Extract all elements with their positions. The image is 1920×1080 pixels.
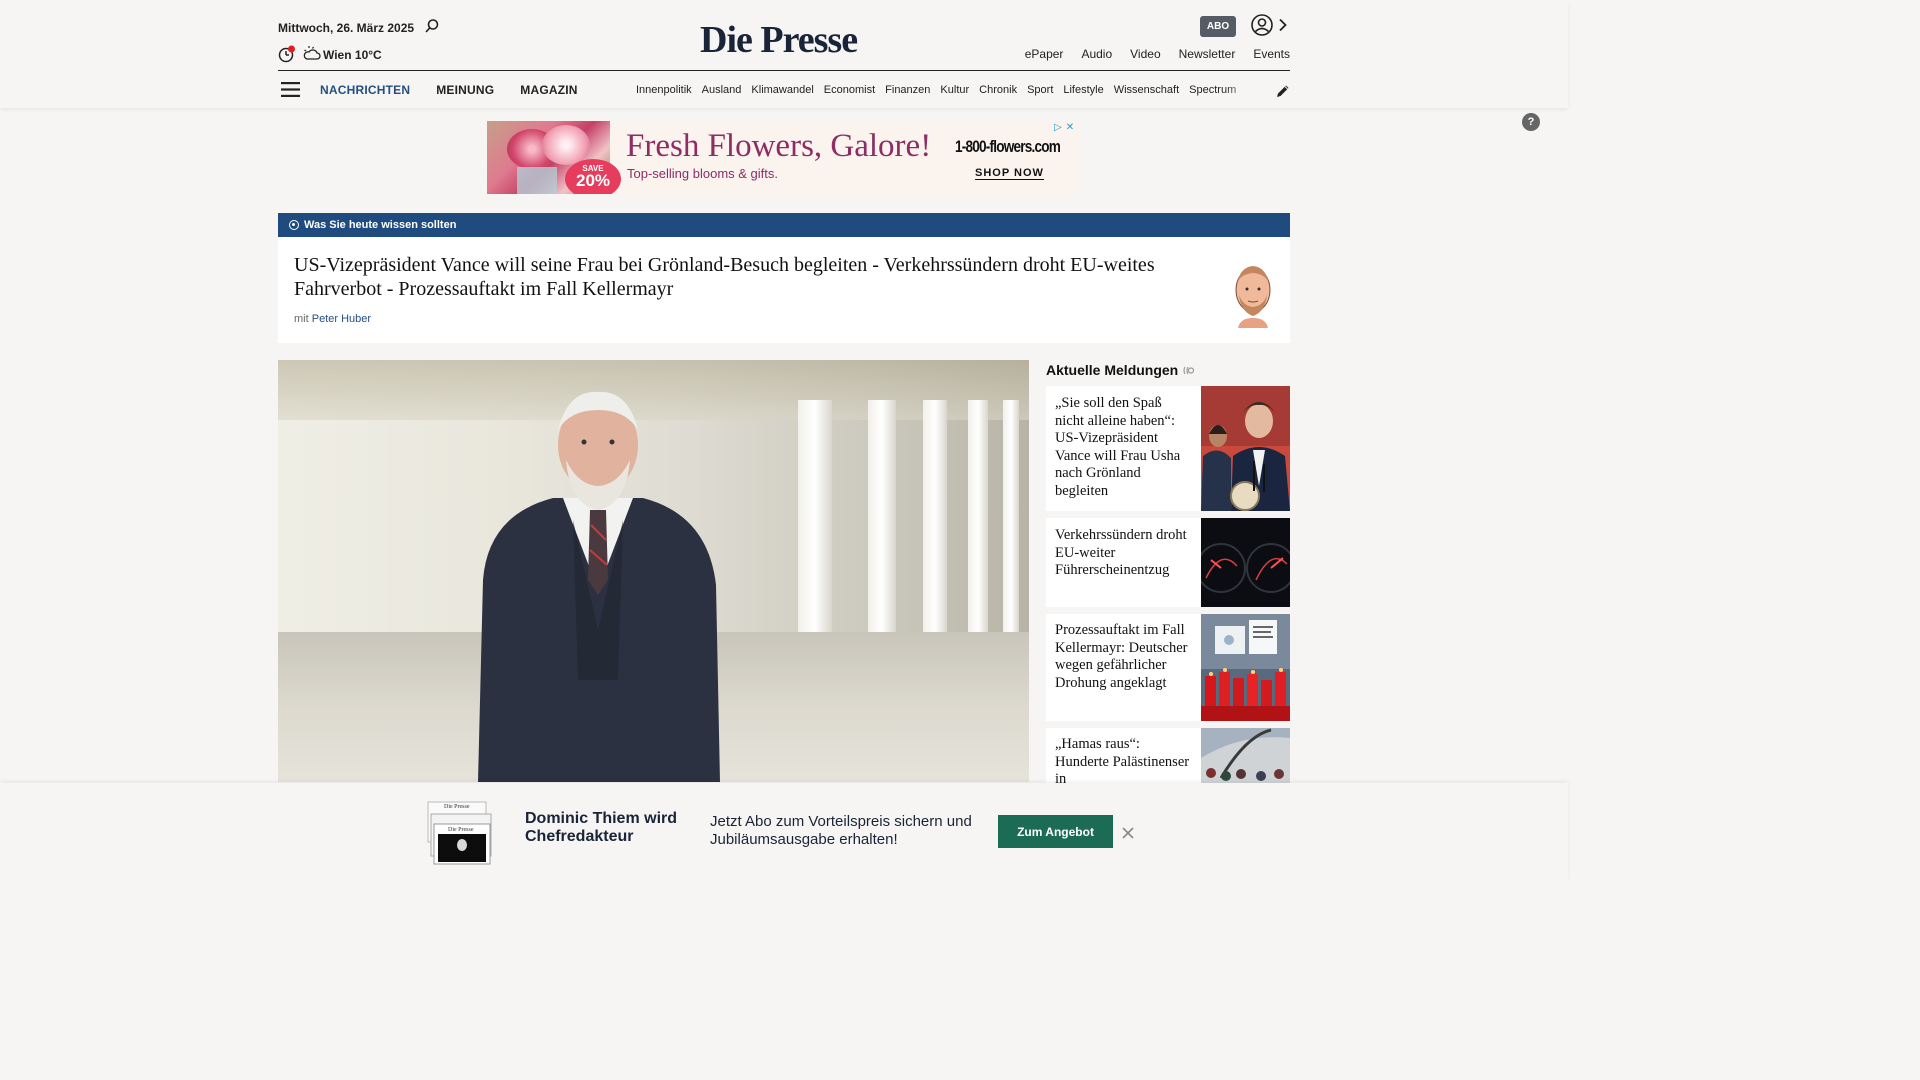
search-icon[interactable] [424, 18, 440, 34]
news-item-headline[interactable]: „Sie soll den Spaß nicht alleine haben“:… [1055, 395, 1193, 501]
briefing-title[interactable]: US-Vizepräsident Vance will seine Frau b… [294, 253, 1204, 301]
news-item-headline[interactable]: „Hamas raus“: Hunderte Palästinenser in [1055, 736, 1193, 783]
section-link-lifestyle[interactable]: Lifestyle [1063, 84, 1103, 96]
section-link-chronik[interactable]: Chronik [979, 84, 1017, 96]
chevron-right-icon[interactable] [1278, 18, 1288, 32]
header-link-audio[interactable]: Audio [1081, 47, 1112, 61]
ad-choices-icon[interactable]: ▷ [1054, 122, 1062, 134]
news-thumbnail[interactable] [1201, 614, 1290, 721]
nav-tab-magazin[interactable]: MAGAZIN [520, 83, 577, 97]
news-item[interactable]: Verkehrssündern droht EU-weiter Führersc… [1046, 518, 1290, 607]
svg-text:Die Presse: Die Presse [448, 827, 474, 833]
news-thumbnail[interactable] [1201, 518, 1290, 607]
ad-close-icon[interactable]: ✕ [1066, 122, 1074, 134]
help-icon[interactable]: ? [1522, 113, 1540, 131]
close-icon[interactable] [1121, 826, 1135, 840]
news-ticker-icon[interactable] [278, 45, 296, 63]
advertisement-banner[interactable]: SAVE 20% Fresh Flowers, Galore! Top-sell… [487, 121, 1080, 194]
author-avatar [1235, 266, 1271, 328]
sidebar-title: Aktuelle Meldungen [1046, 362, 1195, 378]
pencil-icon[interactable] [1275, 83, 1291, 99]
live-pulse-icon [1183, 366, 1195, 374]
section-link-klimawandel[interactable]: Klimawandel [751, 84, 813, 96]
ad-choices[interactable]: ▷ ✕ [1054, 122, 1078, 134]
briefing-author-prefix: mit [294, 313, 309, 325]
nav-tab-nachrichten[interactable]: NACHRICHTEN [320, 83, 410, 97]
sidebar-title-text: Aktuelle Meldungen [1046, 362, 1179, 378]
news-item-headline[interactable]: Prozessauftakt im Fall Kellermayr: Deuts… [1055, 622, 1193, 692]
section-nav: Innenpolitik Ausland Klimawandel Economi… [636, 84, 1258, 96]
user-account-icon[interactable] [1251, 14, 1273, 36]
ad-discount-badge: SAVE 20% [565, 159, 621, 194]
section-link-finanzen[interactable]: Finanzen [885, 84, 930, 96]
weather-location[interactable]: Wien 10°C [323, 48, 382, 62]
header-link-events[interactable]: Events [1253, 47, 1290, 61]
ad-shop-now-link[interactable]: SHOP NOW [975, 167, 1044, 180]
briefing-author: mit Peter Huber [294, 313, 371, 325]
promo-text: Jetzt Abo zum Vorteilspreis sichern und … [710, 813, 972, 848]
news-item[interactable]: Prozessauftakt im Fall Kellermayr: Deuts… [1046, 614, 1290, 721]
section-link-wissenschaft[interactable]: Wissenschaft [1114, 84, 1179, 96]
hero-person-photo [478, 391, 720, 782]
site-logo[interactable]: Die Presse [700, 18, 858, 62]
promo-offer-button[interactable]: Zum Angebot [998, 815, 1113, 848]
briefing-radio-icon [289, 220, 299, 230]
hamburger-menu-icon[interactable] [281, 82, 300, 97]
hero-image[interactable] [278, 360, 1029, 782]
news-item[interactable]: „Hamas raus“: Hunderte Palästinenser in [1046, 728, 1290, 783]
section-link-economist[interactable]: Economist [824, 84, 875, 96]
ad-badge-value: 20% [575, 171, 611, 190]
svg-text:Die Presse: Die Presse [444, 804, 470, 810]
promo-title: Dominic Thiem wird Chefredakteur [525, 810, 678, 845]
header-link-video[interactable]: Video [1130, 47, 1160, 61]
ad-subline: Top-selling blooms & gifts. [627, 166, 779, 181]
news-thumbnail[interactable] [1201, 728, 1290, 783]
site-header: Mittwoch, 26. März 2025 Wien 10°C Die Pr… [0, 0, 1568, 108]
section-link-innenpolitik[interactable]: Innenpolitik [636, 84, 692, 96]
newspaper-stack-image: Die Presse Die Presse [427, 801, 492, 865]
nav-tab-meinung[interactable]: MEINUNG [436, 83, 494, 97]
header-link-epaper[interactable]: ePaper [1025, 47, 1064, 61]
header-link-newsletter[interactable]: Newsletter [1179, 47, 1236, 61]
briefing-author-link[interactable]: Peter Huber [312, 313, 371, 325]
news-thumbnail[interactable] [1201, 386, 1290, 511]
section-link-kultur[interactable]: Kultur [940, 84, 969, 96]
news-item-headline[interactable]: Verkehrssündern droht EU-weiter Führersc… [1055, 527, 1193, 580]
briefing-label: Was Sie heute wissen sollten [304, 219, 457, 231]
header-divider [278, 70, 1290, 71]
ad-headline: Fresh Flowers, Galore! [626, 128, 932, 164]
nav-fade [1224, 80, 1260, 100]
ad-brand: 1-800-flowers.com [955, 137, 1061, 156]
weather-icon [303, 46, 321, 60]
current-date: Mittwoch, 26. März 2025 [278, 21, 415, 35]
section-link-ausland[interactable]: Ausland [702, 84, 742, 96]
news-item[interactable]: „Sie soll den Spaß nicht alleine haben“:… [1046, 386, 1290, 511]
section-link-sport[interactable]: Sport [1027, 84, 1053, 96]
header-links: ePaper Audio Video Newsletter Events [1025, 47, 1290, 61]
abo-button[interactable]: ABO [1200, 16, 1236, 37]
main-nav: NACHRICHTEN MEINUNG MAGAZIN [320, 83, 578, 97]
